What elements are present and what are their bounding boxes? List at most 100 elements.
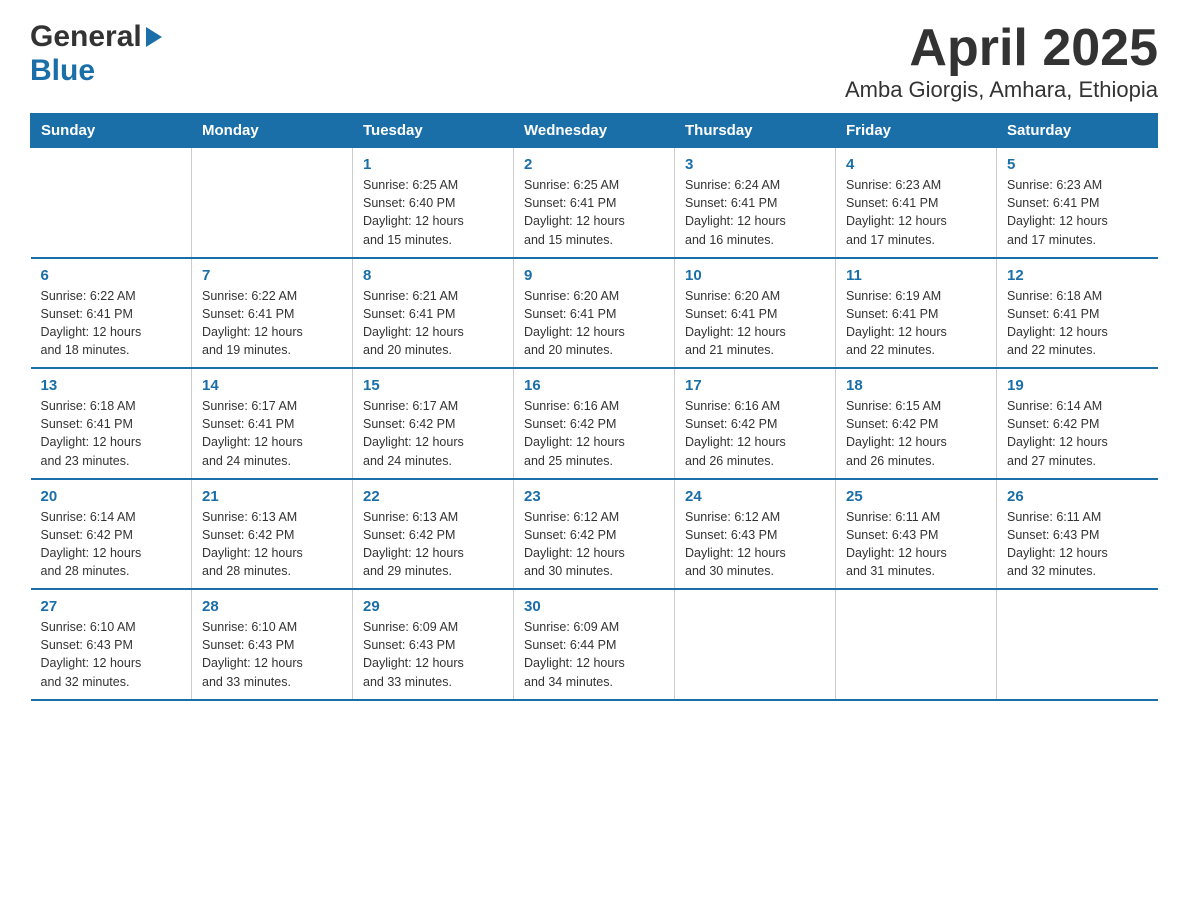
- day-info: Sunrise: 6:18 AM Sunset: 6:41 PM Dayligh…: [41, 397, 182, 470]
- day-info: Sunrise: 6:21 AM Sunset: 6:41 PM Dayligh…: [363, 287, 503, 360]
- calendar-cell: 27 Sunrise: 6:10 AM Sunset: 6:43 PM Dayli…: [31, 589, 192, 700]
- day-number: 9: [524, 267, 664, 284]
- day-number: 27: [41, 598, 182, 615]
- calendar-cell: 13 Sunrise: 6:18 AM Sunset: 6:41 PM Dayli…: [31, 368, 192, 479]
- calendar-cell: 18 Sunrise: 6:15 AM Sunset: 6:42 PM Dayli…: [836, 368, 997, 479]
- day-info: Sunrise: 6:18 AM Sunset: 6:41 PM Dayligh…: [1007, 287, 1148, 360]
- day-info: Sunrise: 6:12 AM Sunset: 6:43 PM Dayligh…: [685, 508, 825, 581]
- calendar-cell: 16Sunrise: 6:16 AM Sunset: 6:42 PM Dayli…: [514, 368, 675, 479]
- col-tuesday: Tuesday: [353, 114, 514, 148]
- day-number: 6: [41, 267, 182, 284]
- day-number: 17: [685, 377, 825, 394]
- col-monday: Monday: [192, 114, 353, 148]
- calendar-cell: 1Sunrise: 6:25 AM Sunset: 6:40 PM Daylig…: [353, 148, 514, 258]
- day-number: 10: [685, 267, 825, 284]
- calendar-cell: 11Sunrise: 6:19 AM Sunset: 6:41 PM Dayli…: [836, 258, 997, 369]
- calendar-cell: 20 Sunrise: 6:14 AM Sunset: 6:42 PM Dayli…: [31, 479, 192, 590]
- day-number: 21: [202, 488, 342, 505]
- day-info: Sunrise: 6:10 AM Sunset: 6:43 PM Dayligh…: [41, 618, 182, 691]
- day-number: 28: [202, 598, 342, 615]
- day-info: Sunrise: 6:24 AM Sunset: 6:41 PM Dayligh…: [685, 176, 825, 249]
- day-number: 7: [202, 267, 342, 284]
- day-number: 2: [524, 156, 664, 173]
- day-number: 1: [363, 156, 503, 173]
- logo-general-text: General: [30, 20, 142, 54]
- calendar-cell: 17 Sunrise: 6:16 AM Sunset: 6:42 PM Dayli…: [675, 368, 836, 479]
- logo: General Blue: [30, 20, 162, 88]
- location-title: Amba Giorgis, Amhara, Ethiopia: [845, 77, 1158, 103]
- day-number: 22: [363, 488, 503, 505]
- calendar-week-row: 6 Sunrise: 6:22 AM Sunset: 6:41 PM Daylig…: [31, 258, 1158, 369]
- title-block: April 2025 Amba Giorgis, Amhara, Ethiopi…: [845, 20, 1158, 103]
- day-info: Sunrise: 6:22 AM Sunset: 6:41 PM Dayligh…: [202, 287, 342, 360]
- day-number: 23: [524, 488, 664, 505]
- calendar-cell: 12 Sunrise: 6:18 AM Sunset: 6:41 PM Dayli…: [997, 258, 1158, 369]
- day-info: Sunrise: 6:14 AM Sunset: 6:42 PM Dayligh…: [41, 508, 182, 581]
- calendar-week-row: 27 Sunrise: 6:10 AM Sunset: 6:43 PM Dayli…: [31, 589, 1158, 700]
- day-info: Sunrise: 6:23 AM Sunset: 6:41 PM Dayligh…: [1007, 176, 1148, 249]
- day-info: Sunrise: 6:22 AM Sunset: 6:41 PM Dayligh…: [41, 287, 182, 360]
- calendar-table: Sunday Monday Tuesday Wednesday Thursday…: [30, 113, 1158, 701]
- day-info: Sunrise: 6:20 AM Sunset: 6:41 PM Dayligh…: [685, 287, 825, 360]
- calendar-cell: 10 Sunrise: 6:20 AM Sunset: 6:41 PM Dayli…: [675, 258, 836, 369]
- day-number: 12: [1007, 267, 1148, 284]
- calendar-cell: 23 Sunrise: 6:12 AM Sunset: 6:42 PM Dayli…: [514, 479, 675, 590]
- calendar-cell: 9 Sunrise: 6:20 AM Sunset: 6:41 PM Daylig…: [514, 258, 675, 369]
- col-sunday: Sunday: [31, 114, 192, 148]
- day-info: Sunrise: 6:10 AM Sunset: 6:43 PM Dayligh…: [202, 618, 342, 691]
- calendar-cell: 8Sunrise: 6:21 AM Sunset: 6:41 PM Daylig…: [353, 258, 514, 369]
- page-header: General Blue April 2025 Amba Giorgis, Am…: [30, 20, 1158, 103]
- day-info: Sunrise: 6:23 AM Sunset: 6:41 PM Dayligh…: [846, 176, 986, 249]
- day-number: 18: [846, 377, 986, 394]
- calendar-cell: 28 Sunrise: 6:10 AM Sunset: 6:43 PM Dayli…: [192, 589, 353, 700]
- day-info: Sunrise: 6:16 AM Sunset: 6:42 PM Dayligh…: [685, 397, 825, 470]
- calendar-cell: 3 Sunrise: 6:24 AM Sunset: 6:41 PM Daylig…: [675, 148, 836, 258]
- day-number: 5: [1007, 156, 1148, 173]
- calendar-cell: [192, 148, 353, 258]
- col-saturday: Saturday: [997, 114, 1158, 148]
- day-number: 13: [41, 377, 182, 394]
- day-number: 30: [524, 598, 664, 615]
- day-number: 24: [685, 488, 825, 505]
- day-number: 4: [846, 156, 986, 173]
- calendar-cell: 29 Sunrise: 6:09 AM Sunset: 6:43 PM Dayli…: [353, 589, 514, 700]
- calendar-week-row: 1Sunrise: 6:25 AM Sunset: 6:40 PM Daylig…: [31, 148, 1158, 258]
- calendar-cell: 21 Sunrise: 6:13 AM Sunset: 6:42 PM Dayli…: [192, 479, 353, 590]
- logo-arrow-icon: [146, 27, 162, 47]
- day-number: 3: [685, 156, 825, 173]
- day-info: Sunrise: 6:12 AM Sunset: 6:42 PM Dayligh…: [524, 508, 664, 581]
- calendar-cell: 6 Sunrise: 6:22 AM Sunset: 6:41 PM Daylig…: [31, 258, 192, 369]
- day-info: Sunrise: 6:20 AM Sunset: 6:41 PM Dayligh…: [524, 287, 664, 360]
- calendar-cell: 5 Sunrise: 6:23 AM Sunset: 6:41 PM Daylig…: [997, 148, 1158, 258]
- col-wednesday: Wednesday: [514, 114, 675, 148]
- day-info: Sunrise: 6:19 AM Sunset: 6:41 PM Dayligh…: [846, 287, 986, 360]
- calendar-cell: 4 Sunrise: 6:23 AM Sunset: 6:41 PM Daylig…: [836, 148, 997, 258]
- day-info: Sunrise: 6:14 AM Sunset: 6:42 PM Dayligh…: [1007, 397, 1148, 470]
- calendar-cell: 2 Sunrise: 6:25 AM Sunset: 6:41 PM Daylig…: [514, 148, 675, 258]
- calendar-header-row: Sunday Monday Tuesday Wednesday Thursday…: [31, 114, 1158, 148]
- calendar-cell: [675, 589, 836, 700]
- day-number: 15: [363, 377, 503, 394]
- day-number: 19: [1007, 377, 1148, 394]
- day-info: Sunrise: 6:17 AM Sunset: 6:42 PM Dayligh…: [363, 397, 503, 470]
- day-number: 29: [363, 598, 503, 615]
- calendar-cell: 19 Sunrise: 6:14 AM Sunset: 6:42 PM Dayli…: [997, 368, 1158, 479]
- col-friday: Friday: [836, 114, 997, 148]
- calendar-cell: 30 Sunrise: 6:09 AM Sunset: 6:44 PM Dayli…: [514, 589, 675, 700]
- day-number: 16: [524, 377, 664, 394]
- day-info: Sunrise: 6:09 AM Sunset: 6:44 PM Dayligh…: [524, 618, 664, 691]
- day-info: Sunrise: 6:17 AM Sunset: 6:41 PM Dayligh…: [202, 397, 342, 470]
- day-info: Sunrise: 6:11 AM Sunset: 6:43 PM Dayligh…: [846, 508, 986, 581]
- calendar-cell: 26Sunrise: 6:11 AM Sunset: 6:43 PM Dayli…: [997, 479, 1158, 590]
- day-info: Sunrise: 6:09 AM Sunset: 6:43 PM Dayligh…: [363, 618, 503, 691]
- day-info: Sunrise: 6:15 AM Sunset: 6:42 PM Dayligh…: [846, 397, 986, 470]
- calendar-cell: [31, 148, 192, 258]
- day-number: 20: [41, 488, 182, 505]
- month-title: April 2025: [845, 20, 1158, 77]
- day-number: 26: [1007, 488, 1148, 505]
- day-info: Sunrise: 6:13 AM Sunset: 6:42 PM Dayligh…: [363, 508, 503, 581]
- day-info: Sunrise: 6:25 AM Sunset: 6:41 PM Dayligh…: [524, 176, 664, 249]
- calendar-cell: 14Sunrise: 6:17 AM Sunset: 6:41 PM Dayli…: [192, 368, 353, 479]
- day-info: Sunrise: 6:13 AM Sunset: 6:42 PM Dayligh…: [202, 508, 342, 581]
- day-number: 25: [846, 488, 986, 505]
